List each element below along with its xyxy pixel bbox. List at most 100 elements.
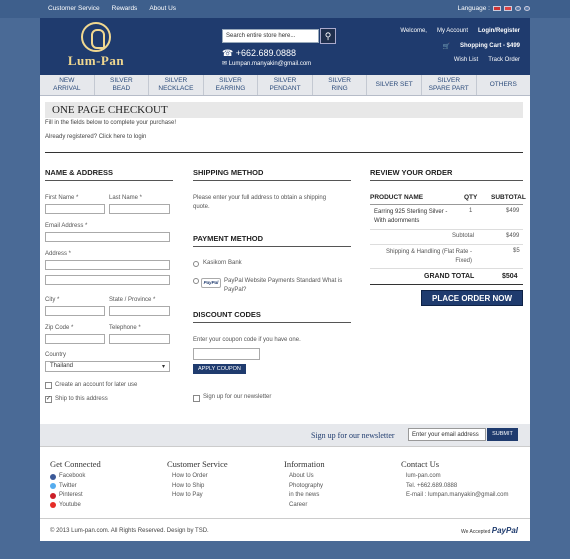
newsletter-checkbox[interactable] (193, 395, 200, 402)
checkout-intro: Fill in the fields below to complete you… (45, 120, 177, 126)
login-link[interactable]: Already registered? Click here to login (45, 134, 146, 140)
nav-others[interactable]: OTHERS (477, 75, 531, 95)
track-order-link[interactable]: Track Order (488, 57, 520, 63)
copyright-text: © 2013 Lum-pan.com. All Rights Reserved.… (50, 528, 209, 534)
last-name-field[interactable] (109, 204, 170, 214)
country-select[interactable]: Thailand ▾ (45, 361, 170, 372)
youtube-link[interactable]: Youtube (59, 501, 81, 511)
nav-silver-necklace[interactable]: SILVER NECKLACE (149, 75, 204, 95)
logo-text: Lum-Pan (67, 53, 125, 68)
header-email-text: Lumpan.manyakin@gmail.com (228, 61, 312, 67)
footer-info-title: Information (284, 459, 325, 469)
footer-service: Customer Service How to Order How to Shi… (167, 459, 228, 501)
grand-total-rule (370, 284, 523, 285)
email-field[interactable] (45, 232, 170, 242)
telephone-field[interactable] (109, 334, 170, 344)
footer-link-career[interactable]: Career (284, 501, 325, 511)
chevron-down-icon: ▾ (161, 364, 165, 370)
apply-coupon-button[interactable]: APPLY COUPON (193, 364, 246, 374)
youtube-icon (50, 502, 56, 509)
newsletter-label: Sign up for our newsletter (311, 431, 395, 440)
paypal-logo: PayPal (201, 278, 221, 288)
nav-silver-ring[interactable]: SILVER RING (313, 75, 368, 95)
footer-link-in-the-news[interactable]: in the news (284, 491, 325, 501)
phone-icon: ☎ (222, 48, 234, 58)
page-title: ONE PAGE CHECKOUT (45, 102, 523, 118)
twitter-icon (50, 483, 56, 490)
shipping-note: Please enter your full address to obtain… (193, 195, 327, 210)
city-field[interactable] (45, 306, 105, 316)
search-input[interactable]: Search entire store here... (222, 29, 319, 43)
grand-total-label: GRAND TOTAL (424, 273, 475, 280)
currency-euro-icon[interactable] (515, 6, 521, 11)
create-account-label: Create an account for later use (55, 382, 138, 388)
address-line2-field[interactable] (45, 275, 170, 285)
first-name-label: First Name * (45, 195, 79, 201)
grand-total-value: $504 (502, 273, 518, 280)
address-line1-field[interactable] (45, 260, 170, 270)
footer-contact-site[interactable]: lum-pan.com (401, 472, 508, 482)
footer-link-how-to-order[interactable]: How to Order (167, 472, 228, 482)
payment-paypal-radio[interactable] (193, 278, 199, 284)
my-account-link[interactable]: My Account (437, 28, 468, 34)
top-link-rewards[interactable]: Rewards (112, 5, 138, 12)
pinterest-link[interactable]: Pinterest (59, 491, 83, 501)
language-label: Language : (457, 5, 490, 12)
newsletter-email-input[interactable]: Enter your email address (408, 428, 486, 441)
footer-link-photography[interactable]: Photography (284, 482, 325, 492)
footer-link-about-us[interactable]: About Us (284, 472, 325, 482)
review-product-price: $499 (506, 208, 520, 214)
shipping-rule (370, 268, 523, 269)
login-register-link[interactable]: Login/Register (478, 28, 520, 34)
shopping-cart-link[interactable]: Shopping Cart - $499 (460, 43, 520, 50)
flag-th-icon[interactable] (504, 6, 512, 11)
site-header: Lum-Pan Search entire store here... ⚲ ☎ … (40, 18, 530, 75)
footer-connected-title: Get Connected (50, 459, 101, 469)
zip-field[interactable] (45, 334, 105, 344)
footer-link-how-to-pay[interactable]: How to Pay (167, 491, 228, 501)
footer-link-how-to-ship[interactable]: How to Ship (167, 482, 228, 492)
city-label: City * (45, 297, 60, 303)
footer-information: Information About Us Photography in the … (284, 459, 325, 510)
col-subtotal-header: SUBTOTAL (491, 194, 526, 201)
first-name-field[interactable] (45, 204, 105, 214)
paypal-option-text: PayPal Website Payments Standard (224, 278, 321, 284)
footer-contact-title: Contact Us (401, 459, 440, 469)
place-order-button[interactable]: PLACE ORDER NOW (421, 290, 523, 306)
wish-list-link[interactable]: Wish List (454, 57, 478, 63)
email-label: Email Address * (45, 223, 88, 229)
subtotal-value: $499 (506, 233, 520, 239)
site-logo[interactable]: Lum-Pan (52, 22, 140, 72)
coupon-note: Enter your coupon code if you have one. (193, 337, 301, 343)
currency-dollar-icon[interactable] (524, 6, 530, 11)
twitter-link[interactable]: Twitter (59, 482, 77, 492)
nav-new-arrival[interactable]: NEW ARRIVAL (40, 75, 95, 95)
nav-silver-pendant[interactable]: SILVER PENDANT (258, 75, 313, 95)
nav-silver-spare-part[interactable]: SILVER SPARE PART (422, 75, 477, 95)
facebook-icon (50, 473, 56, 480)
top-link-customer-service[interactable]: Customer Service (48, 5, 100, 12)
search-button[interactable]: ⚲ (320, 28, 336, 44)
state-field[interactable] (109, 306, 170, 316)
nav-silver-earring[interactable]: SILVER EARRING (204, 75, 259, 95)
welcome-text: Welcome, (400, 28, 427, 34)
flag-us-icon[interactable] (493, 6, 501, 11)
copyright-bar: © 2013 Lum-pan.com. All Rights Reserved.… (40, 518, 530, 541)
telephone-label: Telephone * (109, 325, 141, 331)
footer-contact-email[interactable]: E-mail : lumpan.manyakin@gmail.com (401, 491, 508, 501)
header-phone: ☎ +662.689.0888 (222, 48, 296, 59)
newsletter-submit-button[interactable]: SUBMIT (487, 428, 518, 441)
ship-to-address-checkbox[interactable]: ✓ (45, 396, 52, 403)
payment-kasikorn-radio[interactable] (193, 261, 199, 267)
create-account-checkbox[interactable] (45, 382, 52, 389)
zip-label: Zip Code * (45, 325, 74, 331)
top-link-about-us[interactable]: About Us (149, 5, 176, 12)
facebook-link[interactable]: Facebook (59, 472, 85, 482)
coupon-field[interactable] (193, 348, 260, 360)
page-container: Lum-Pan Search entire store here... ⚲ ☎ … (40, 18, 530, 541)
nav-silver-bead[interactable]: SILVER BEAD (95, 75, 150, 95)
footer-connected: Get Connected Facebook Twitter Pinterest… (50, 459, 101, 510)
subtotal-rule (370, 244, 523, 245)
nav-silver-set[interactable]: SILVER SET (367, 75, 422, 95)
check-icon: ✓ (46, 396, 52, 402)
